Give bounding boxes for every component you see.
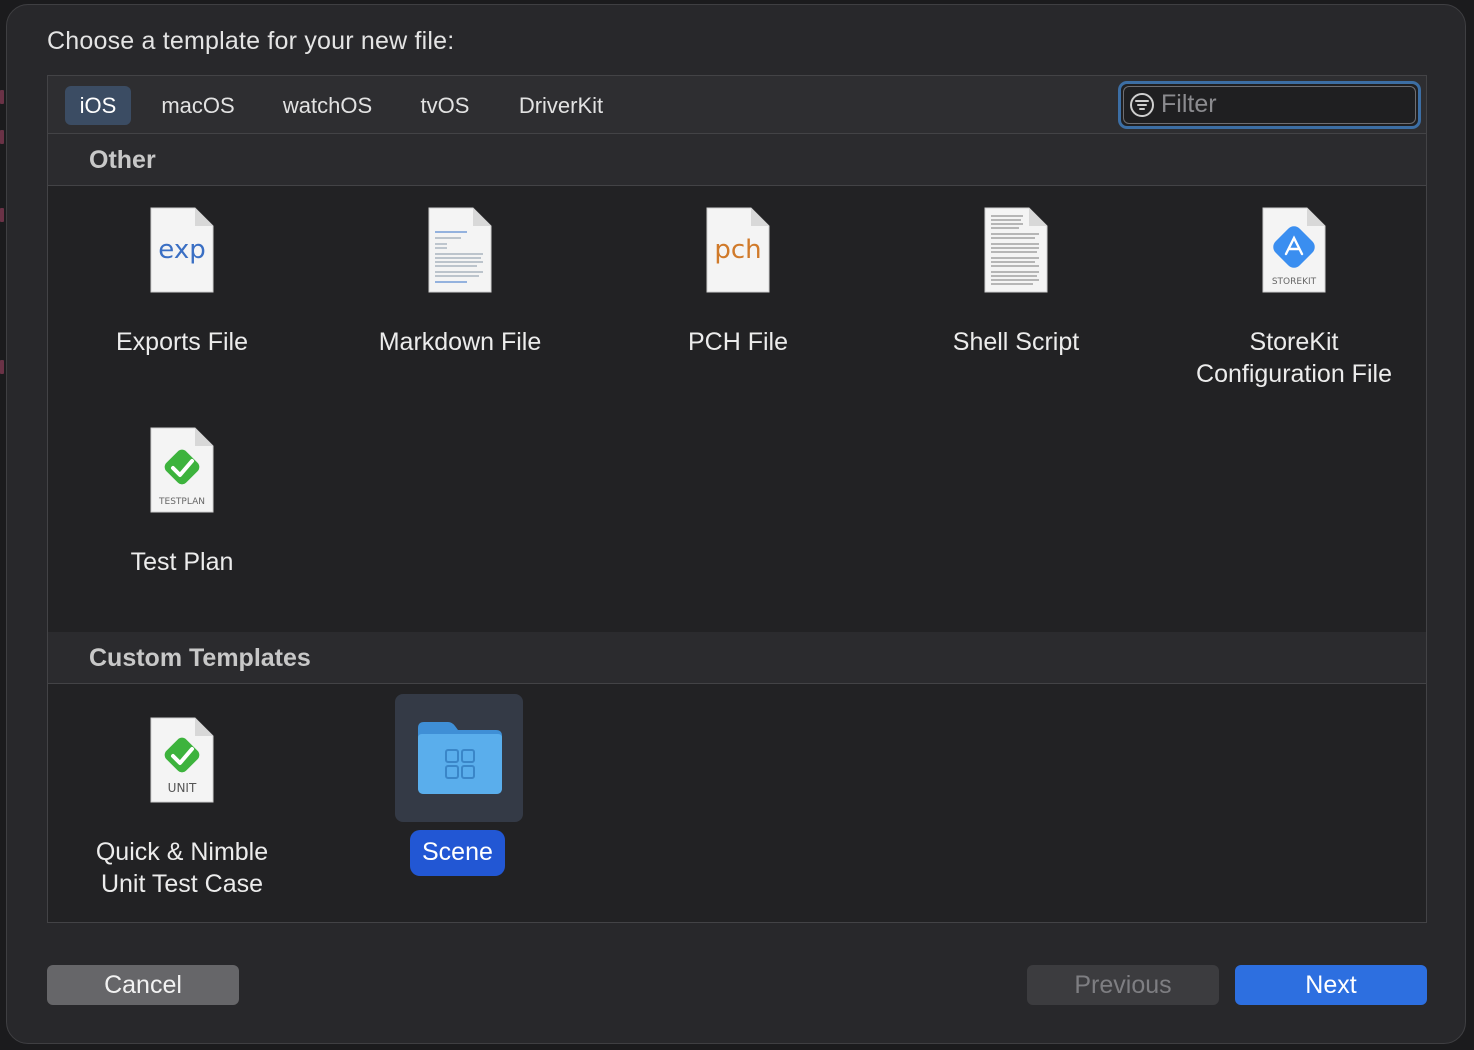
- template-test-plan[interactable]: TESTPLAN Test Plan: [52, 426, 312, 586]
- template-label-line1: StoreKit: [1249, 328, 1339, 356]
- template-pch-file[interactable]: pch PCH File: [608, 206, 868, 366]
- template-storekit-configuration-file[interactable]: STOREKIT StoreKit Configuration File: [1164, 206, 1424, 396]
- tab-driverkit[interactable]: DriverKit: [506, 86, 616, 125]
- svg-text:exp: exp: [158, 235, 205, 265]
- template-label: Shell Script: [952, 328, 1080, 356]
- testplan-file-icon: TESTPLAN: [150, 427, 214, 513]
- template-exports-file[interactable]: exp Exports File: [52, 206, 312, 366]
- platform-tab-bar: iOS macOS watchOS tvOS DriverKit: [48, 76, 1426, 134]
- template-label: PCH File: [687, 328, 788, 356]
- filter-field[interactable]: [1118, 81, 1421, 129]
- previous-button[interactable]: Previous: [1027, 965, 1219, 1005]
- tab-macos[interactable]: macOS: [152, 86, 244, 125]
- filter-input[interactable]: [1161, 87, 1401, 121]
- dialog-title: Choose a template for your new file:: [47, 27, 455, 55]
- shell-script-icon: [984, 207, 1048, 293]
- template-markdown-file[interactable]: Markdown File: [330, 206, 590, 366]
- section-title: Custom Templates: [89, 644, 311, 672]
- markdown-file-icon: [428, 207, 492, 293]
- cancel-button[interactable]: Cancel: [47, 965, 239, 1005]
- storekit-file-icon: STOREKIT: [1262, 207, 1326, 293]
- svg-text:pch: pch: [714, 235, 761, 265]
- next-button[interactable]: Next: [1235, 965, 1427, 1005]
- section-header-custom-templates: Custom Templates: [48, 632, 1426, 684]
- folder-icon: [418, 722, 502, 794]
- template-label-selected: Scene: [410, 830, 505, 876]
- template-label-line1: Quick & Nimble: [95, 838, 269, 866]
- background-window-edge: [0, 90, 5, 380]
- template-label-line2: Configuration File: [1196, 360, 1392, 388]
- unit-test-file-icon: UNIT: [150, 717, 214, 803]
- template-label-line2: Unit Test Case: [100, 870, 264, 898]
- template-label: Markdown File: [378, 328, 542, 356]
- template-label: Exports File: [116, 328, 248, 356]
- template-panel: iOS macOS watchOS tvOS DriverKit Other: [47, 75, 1427, 923]
- svg-text:STOREKIT: STOREKIT: [1272, 277, 1317, 287]
- tab-tvos[interactable]: tvOS: [410, 86, 480, 125]
- template-shell-script[interactable]: Shell Script: [886, 206, 1146, 366]
- template-quick-nimble-unit-test-case[interactable]: UNIT Quick & Nimble Unit Test Case: [52, 716, 312, 906]
- tab-watchos[interactable]: watchOS: [270, 86, 385, 125]
- template-label: Test Plan: [130, 548, 234, 576]
- tab-ios[interactable]: iOS: [65, 86, 131, 125]
- template-scene[interactable]: Scene: [330, 694, 590, 884]
- section-header-other: Other: [48, 134, 1426, 186]
- filter-icon: [1130, 93, 1154, 117]
- section-title: Other: [89, 146, 156, 174]
- svg-text:TESTPLAN: TESTPLAN: [158, 497, 205, 507]
- exp-file-icon: exp: [150, 207, 214, 293]
- svg-text:UNIT: UNIT: [168, 781, 197, 795]
- new-file-dialog: Choose a template for your new file: iOS…: [6, 4, 1466, 1044]
- pch-file-icon: pch: [706, 207, 770, 293]
